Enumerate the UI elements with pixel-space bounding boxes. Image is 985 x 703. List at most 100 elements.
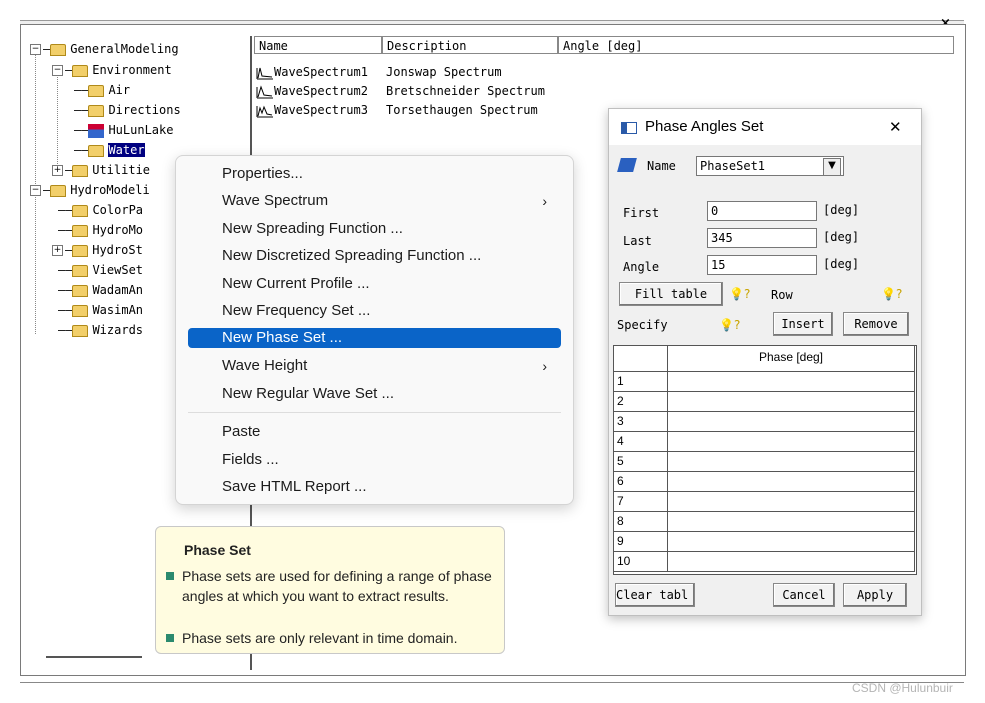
folder-icon [88, 104, 105, 117]
table-cell[interactable] [668, 472, 915, 492]
tree-item-wizards[interactable]: —— Wizards [58, 321, 143, 339]
table-cell[interactable] [668, 372, 915, 392]
table-cell[interactable] [668, 452, 915, 472]
first-input[interactable]: 0 [707, 201, 817, 221]
menu-item-save-html-report[interactable]: Save HTML Report ... [188, 477, 561, 497]
table-cell[interactable] [668, 512, 915, 532]
tree-item-hydrostatics[interactable]: + — HydroSt [52, 241, 143, 259]
clear-table-button[interactable]: Clear tabl [615, 583, 695, 607]
column-header-description[interactable]: Description [382, 36, 558, 54]
tooltip-title: Phase Set [184, 542, 251, 558]
spectrum-icon [256, 84, 273, 98]
table-row-header[interactable]: 10 [614, 552, 668, 572]
tree-item-hydromodeling[interactable]: − — HydroModeli [30, 181, 150, 199]
collapse-icon[interactable]: − [52, 65, 63, 76]
bottom-scrollbar[interactable] [20, 682, 964, 686]
table-cell[interactable] [668, 432, 915, 452]
phase-angles-set-dialog: Phase Angles Set ✕ Name PhaseSet1 ▼ Firs… [608, 108, 922, 616]
menu-item-fields[interactable]: Fields ... [188, 450, 561, 470]
cancel-button[interactable]: Cancel [773, 583, 835, 607]
tree-item-utilities[interactable]: + — Utilitie [52, 161, 150, 179]
table-cell[interactable] [668, 392, 915, 412]
phase-table: Phase [deg] 1 2 3 4 5 6 7 8 9 10 [613, 345, 917, 575]
menu-item-wave-spectrum[interactable]: Wave Spectrum › [188, 191, 561, 211]
column-header-name[interactable]: Name [254, 36, 382, 54]
table-row-header[interactable]: 8 [614, 512, 668, 532]
lightbulb-help-icon[interactable]: 💡? [719, 318, 740, 332]
menu-item-new-discretized-spreading-function[interactable]: New Discretized Spreading Function ... [188, 246, 561, 266]
tree-item-wasimanalysis[interactable]: —— WasimAn [58, 301, 143, 319]
menu-item-new-regular-wave-set[interactable]: New Regular Wave Set ... [188, 384, 561, 404]
folder-icon [88, 84, 105, 97]
expand-icon[interactable]: + [52, 165, 63, 176]
insert-button[interactable]: Insert [773, 312, 833, 336]
collapse-icon[interactable]: − [30, 185, 41, 196]
menu-item-new-spreading-function[interactable]: New Spreading Function ... [188, 219, 561, 239]
column-header-angle[interactable]: Angle [deg] [558, 36, 954, 54]
list-item-description: Jonswap Spectrum [386, 65, 502, 79]
menu-item-wave-height[interactable]: Wave Height › [188, 356, 561, 376]
angle-label: Angle [623, 260, 660, 274]
menu-item-new-current-profile[interactable]: New Current Profile ... [188, 274, 561, 294]
table-row-header[interactable]: 3 [614, 412, 668, 432]
menu-separator [188, 412, 561, 413]
table-row-header[interactable]: 9 [614, 532, 668, 552]
list-item-description: Bretschneider Spectrum [386, 84, 545, 98]
folder-icon [50, 43, 67, 56]
lightbulb-help-icon[interactable]: 💡? [881, 287, 902, 301]
tree-item-air[interactable]: —— Air [74, 81, 130, 99]
expand-icon[interactable]: + [52, 245, 63, 256]
table-row-header[interactable]: 6 [614, 472, 668, 492]
folder-icon [72, 244, 89, 257]
menu-item-paste[interactable]: Paste [188, 422, 561, 442]
tree-item-wadamanalysis[interactable]: —— WadamAn [58, 281, 143, 299]
list-item[interactable]: WaveSpectrum1 [256, 63, 368, 81]
angle-unit: [deg] [823, 257, 860, 271]
collapse-icon[interactable]: − [30, 44, 41, 55]
table-row-header[interactable]: 1 [614, 372, 668, 392]
folder-icon [50, 184, 67, 197]
table-corner [614, 346, 668, 372]
remove-button[interactable]: Remove [843, 312, 909, 336]
menu-item-properties[interactable]: Properties... [188, 164, 561, 184]
row-label: Row [771, 288, 793, 302]
tree-item-environment[interactable]: − — Environment [52, 61, 172, 79]
last-input[interactable]: 345 [707, 228, 817, 248]
location-icon [88, 123, 105, 138]
tree-item-generalmodeling[interactable]: − — GeneralModeling [30, 40, 179, 58]
tree-item-viewsettings[interactable]: —— ViewSet [58, 261, 143, 279]
table-cell[interactable] [668, 492, 915, 512]
close-icon[interactable]: ✕ [889, 118, 902, 136]
name-select[interactable]: PhaseSet1 ▼ [696, 156, 844, 176]
folder-icon [72, 64, 89, 77]
lightbulb-help-icon[interactable]: 💡? [729, 287, 750, 301]
menu-item-new-frequency-set[interactable]: New Frequency Set ... [188, 301, 561, 321]
list-item[interactable]: WaveSpectrum2 [256, 82, 368, 100]
tooltip-text: Phase sets are used for defining a range… [182, 568, 492, 604]
list-item-description: Torsethaugen Spectrum [386, 103, 538, 117]
list-item[interactable]: WaveSpectrum3 [256, 101, 368, 119]
table-row-header[interactable]: 2 [614, 392, 668, 412]
tree-item-water[interactable]: —— Water [74, 141, 145, 159]
table-row-header[interactable]: 5 [614, 452, 668, 472]
table-cell[interactable] [668, 532, 915, 552]
column-header-phase[interactable]: Phase [deg] [668, 346, 915, 372]
table-row-header[interactable]: 4 [614, 432, 668, 452]
menu-item-new-phase-set[interactable]: New Phase Set ... [188, 328, 561, 348]
table-cell[interactable] [668, 552, 915, 572]
tree-item-colorpalette[interactable]: —— ColorPa [58, 201, 143, 219]
horizontal-scrollbar[interactable] [46, 656, 142, 658]
tree-item-hydromodel[interactable]: —— HydroMo [58, 221, 143, 239]
watermark: CSDN @Hulunbuir [852, 681, 953, 695]
tree-item-hulunlake[interactable]: —— HuLunLake [74, 121, 173, 139]
tooltip-text: Phase sets are only relevant in time dom… [182, 630, 458, 646]
apply-button[interactable]: Apply [843, 583, 907, 607]
chevron-down-icon[interactable]: ▼ [823, 158, 841, 176]
fill-table-button[interactable]: Fill table [619, 282, 723, 306]
last-label: Last [623, 234, 652, 248]
tree-item-directions[interactable]: —— Directions [74, 101, 181, 119]
folder-icon [72, 224, 89, 237]
table-row-header[interactable]: 7 [614, 492, 668, 512]
table-cell[interactable] [668, 412, 915, 432]
angle-input[interactable]: 15 [707, 255, 817, 275]
